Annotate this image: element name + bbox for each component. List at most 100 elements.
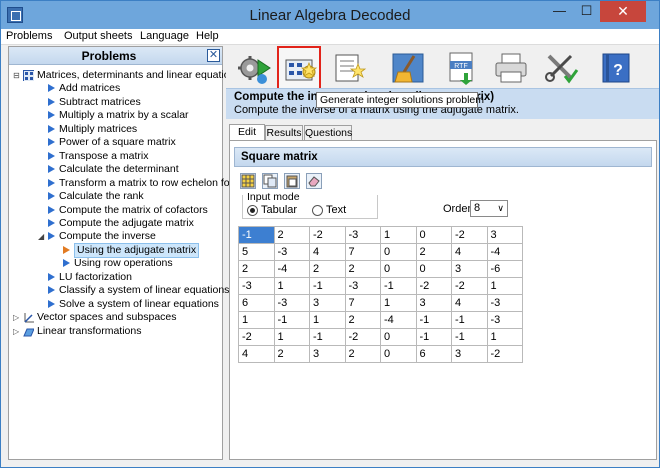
- matrix-cell[interactable]: -3: [486, 294, 523, 312]
- radio-tabular[interactable]: [247, 205, 258, 216]
- matrix-cell[interactable]: -1: [415, 328, 452, 346]
- matrix-cell[interactable]: 0: [415, 226, 452, 244]
- matrix-cell[interactable]: -1: [309, 277, 346, 295]
- panel-close-icon[interactable]: ✕: [207, 49, 220, 62]
- matrix-cell[interactable]: -1: [273, 311, 310, 329]
- matrix-cell[interactable]: 2: [309, 260, 346, 278]
- matrix-cell[interactable]: 1: [309, 311, 346, 329]
- matrix-cell[interactable]: -4: [380, 311, 417, 329]
- matrix-cell[interactable]: 6: [238, 294, 275, 312]
- tree-item[interactable]: Subtract matrices: [34, 96, 213, 109]
- matrix-cell[interactable]: 1: [380, 226, 417, 244]
- matrix-cell[interactable]: 2: [238, 260, 275, 278]
- matrix-cell[interactable]: 4: [451, 294, 488, 312]
- expander-icon[interactable]: ▷: [13, 314, 20, 322]
- matrix-cell[interactable]: -4: [273, 260, 310, 278]
- matrix-cell[interactable]: 7: [344, 243, 381, 261]
- menu-output-sheets[interactable]: Output sheets: [64, 30, 133, 42]
- tab-results[interactable]: Results: [265, 125, 303, 141]
- matrix-cell[interactable]: 5: [238, 243, 275, 261]
- tree-item[interactable]: ▷ Linear transformations: [13, 325, 213, 338]
- matrix-cell[interactable]: 2: [273, 345, 310, 363]
- minimize-button[interactable]: —: [546, 1, 573, 22]
- matrix-cell[interactable]: 7: [344, 294, 381, 312]
- matrix-cell[interactable]: -4: [486, 243, 523, 261]
- title-bar[interactable]: Linear Algebra Decoded — ☐ ✕: [1, 1, 659, 29]
- matrix-cell[interactable]: -1: [451, 328, 488, 346]
- tree-item[interactable]: Compute the adjugate matrix: [34, 217, 213, 230]
- matrix-cell[interactable]: 3: [451, 260, 488, 278]
- edit-sheet-button[interactable]: [328, 46, 372, 90]
- matrix-cell[interactable]: -1: [451, 311, 488, 329]
- matrix-cell[interactable]: 2: [344, 345, 381, 363]
- tree-item[interactable]: Using the adjugate matrix: [49, 242, 213, 258]
- matrix-cell[interactable]: -3: [238, 277, 275, 295]
- matrix-cell[interactable]: 0: [380, 243, 417, 261]
- menu-language[interactable]: Language: [140, 30, 189, 42]
- tab-edit[interactable]: Edit: [229, 124, 265, 141]
- export-rtf-button[interactable]: RTF: [440, 46, 484, 90]
- tree-item[interactable]: Classify a system of linear equations: [34, 284, 229, 297]
- settings-button[interactable]: [539, 46, 583, 90]
- paste-button[interactable]: [284, 173, 300, 189]
- tree-item[interactable]: Compute the matrix of cofactors: [34, 204, 213, 217]
- order-select[interactable]: 8 ∨: [470, 200, 508, 217]
- matrix-cell[interactable]: 1: [380, 294, 417, 312]
- matrix-cell[interactable]: 1: [238, 311, 275, 329]
- expander-icon[interactable]: ◢: [38, 233, 45, 241]
- matrix-cell[interactable]: -1: [238, 226, 275, 244]
- matrix-cell[interactable]: 2: [415, 243, 452, 261]
- expander-icon[interactable]: ⊟: [13, 72, 20, 80]
- matrix-cell[interactable]: 0: [380, 345, 417, 363]
- matrix-cell[interactable]: 3: [309, 345, 346, 363]
- clean-button[interactable]: [386, 46, 430, 90]
- matrix-cell[interactable]: -1: [309, 328, 346, 346]
- matrix-cell[interactable]: 0: [380, 260, 417, 278]
- expander-icon[interactable]: ▷: [13, 327, 20, 335]
- print-button[interactable]: [489, 46, 533, 90]
- tree-item[interactable]: Multiply matrices: [34, 123, 213, 136]
- matrix-cell[interactable]: 3: [309, 294, 346, 312]
- tree-item[interactable]: Using row operations: [49, 257, 213, 270]
- grid-view-button[interactable]: [240, 173, 256, 189]
- maximize-button[interactable]: ☐: [573, 1, 600, 22]
- tree-item[interactable]: Calculate the rank: [34, 190, 213, 203]
- matrix-cell[interactable]: 1: [273, 328, 310, 346]
- matrix-cell[interactable]: 2: [273, 226, 310, 244]
- copy-button[interactable]: [262, 173, 278, 189]
- matrix-cell[interactable]: -1: [415, 311, 452, 329]
- tree-item[interactable]: Power of a square matrix: [34, 136, 213, 149]
- help-button[interactable]: ?: [594, 46, 638, 90]
- erase-button[interactable]: [306, 173, 322, 189]
- matrix-cell[interactable]: -2: [344, 328, 381, 346]
- matrix-cell[interactable]: -3: [273, 294, 310, 312]
- matrix-cell[interactable]: 1: [486, 328, 523, 346]
- tree-item[interactable]: ⊟ Matrices, determinants and linear equat…: [13, 69, 241, 82]
- matrix-cell[interactable]: 4: [451, 243, 488, 261]
- tab-questions[interactable]: Questions: [304, 125, 352, 141]
- menu-problems[interactable]: Problems: [6, 30, 52, 42]
- tree-item[interactable]: LU factorization: [34, 271, 213, 284]
- matrix-cell[interactable]: -2: [486, 345, 523, 363]
- matrix-cell[interactable]: 3: [451, 345, 488, 363]
- matrix-cell[interactable]: -3: [344, 277, 381, 295]
- matrix-cell[interactable]: -3: [486, 311, 523, 329]
- matrix-cell[interactable]: -2: [451, 277, 488, 295]
- matrix-cell[interactable]: 3: [486, 226, 523, 244]
- matrix-cell[interactable]: 3: [415, 294, 452, 312]
- menu-help[interactable]: Help: [196, 30, 219, 42]
- matrix-cell[interactable]: -2: [451, 226, 488, 244]
- matrix-cell[interactable]: -1: [380, 277, 417, 295]
- tree-item[interactable]: Calculate the determinant: [34, 163, 213, 176]
- tree-item[interactable]: Solve a system of linear equations: [34, 298, 219, 311]
- matrix-cell[interactable]: -3: [344, 226, 381, 244]
- run-button[interactable]: [232, 46, 276, 90]
- matrix-cell[interactable]: 0: [380, 328, 417, 346]
- matrix-cell[interactable]: 4: [238, 345, 275, 363]
- matrix-cell[interactable]: 0: [415, 260, 452, 278]
- matrix-cell[interactable]: -2: [238, 328, 275, 346]
- generate-integer-button[interactable]: [277, 46, 321, 90]
- matrix-cell[interactable]: -2: [309, 226, 346, 244]
- matrix-cell[interactable]: 2: [344, 311, 381, 329]
- matrix-cell[interactable]: 1: [486, 277, 523, 295]
